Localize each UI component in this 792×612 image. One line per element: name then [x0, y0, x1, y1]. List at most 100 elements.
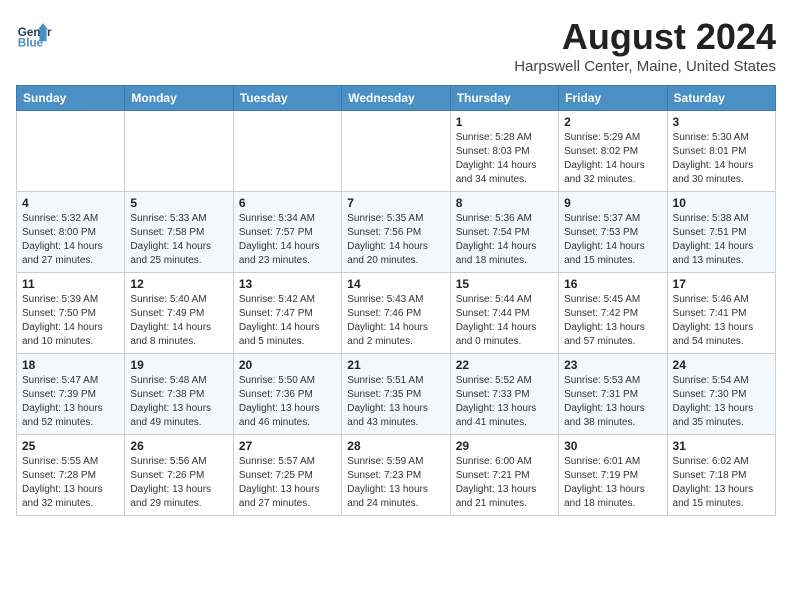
day-number: 10 [673, 196, 770, 210]
calendar-day-cell: 17 Sunrise: 5:46 AM Sunset: 7:41 PM Dayli… [667, 273, 775, 354]
calendar-day-cell: 9 Sunrise: 5:37 AM Sunset: 7:53 PM Daylig… [559, 192, 667, 273]
logo: General Blue [16, 16, 56, 52]
day-number: 4 [22, 196, 119, 210]
day-info: Sunrise: 5:34 AM Sunset: 7:57 PM Dayligh… [239, 212, 336, 268]
day-info: Sunrise: 5:45 AM Sunset: 7:42 PM Dayligh… [564, 293, 661, 349]
calendar-day-header: Thursday [450, 86, 558, 111]
day-number: 23 [564, 358, 661, 372]
day-info: Sunrise: 5:39 AM Sunset: 7:50 PM Dayligh… [22, 293, 119, 349]
day-number: 30 [564, 439, 661, 453]
day-number: 20 [239, 358, 336, 372]
day-info: Sunrise: 5:59 AM Sunset: 7:23 PM Dayligh… [347, 455, 444, 511]
day-info: Sunrise: 5:33 AM Sunset: 7:58 PM Dayligh… [130, 212, 227, 268]
logo-icon: General Blue [16, 16, 52, 52]
day-number: 18 [22, 358, 119, 372]
day-info: Sunrise: 5:57 AM Sunset: 7:25 PM Dayligh… [239, 455, 336, 511]
calendar-week-row: 1 Sunrise: 5:28 AM Sunset: 8:03 PM Daylig… [17, 111, 776, 192]
day-number: 17 [673, 277, 770, 291]
day-info: Sunrise: 5:28 AM Sunset: 8:03 PM Dayligh… [456, 131, 553, 187]
calendar-day-cell: 5 Sunrise: 5:33 AM Sunset: 7:58 PM Daylig… [125, 192, 233, 273]
day-info: Sunrise: 5:32 AM Sunset: 8:00 PM Dayligh… [22, 212, 119, 268]
day-number: 2 [564, 115, 661, 129]
page-header: General Blue August 2024 Harpswell Cente… [16, 16, 776, 75]
day-info: Sunrise: 5:30 AM Sunset: 8:01 PM Dayligh… [673, 131, 770, 187]
calendar-week-row: 11 Sunrise: 5:39 AM Sunset: 7:50 PM Dayli… [17, 273, 776, 354]
day-number: 11 [22, 277, 119, 291]
day-info: Sunrise: 5:54 AM Sunset: 7:30 PM Dayligh… [673, 374, 770, 430]
calendar-day-cell: 24 Sunrise: 5:54 AM Sunset: 7:30 PM Dayli… [667, 354, 775, 435]
day-number: 7 [347, 196, 444, 210]
calendar-day-header: Monday [125, 86, 233, 111]
day-number: 3 [673, 115, 770, 129]
day-number: 29 [456, 439, 553, 453]
day-info: Sunrise: 5:42 AM Sunset: 7:47 PM Dayligh… [239, 293, 336, 349]
day-number: 21 [347, 358, 444, 372]
title-block: August 2024 Harpswell Center, Maine, Uni… [514, 16, 776, 75]
calendar-day-cell: 27Sunrise: 5:57 AM Sunset: 7:25 PM Dayli… [233, 435, 341, 516]
day-info: Sunrise: 5:40 AM Sunset: 7:49 PM Dayligh… [130, 293, 227, 349]
calendar-day-cell: 20Sunrise: 5:50 AM Sunset: 7:36 PM Dayli… [233, 354, 341, 435]
day-number: 31 [673, 439, 770, 453]
calendar-day-cell: 14Sunrise: 5:43 AM Sunset: 7:46 PM Dayli… [342, 273, 450, 354]
day-number: 26 [130, 439, 227, 453]
day-info: Sunrise: 5:29 AM Sunset: 8:02 PM Dayligh… [564, 131, 661, 187]
day-info: Sunrise: 6:01 AM Sunset: 7:19 PM Dayligh… [564, 455, 661, 511]
calendar-day-cell: 7 Sunrise: 5:35 AM Sunset: 7:56 PM Daylig… [342, 192, 450, 273]
day-number: 28 [347, 439, 444, 453]
calendar-day-cell: 15Sunrise: 5:44 AM Sunset: 7:44 PM Dayli… [450, 273, 558, 354]
day-info: Sunrise: 6:02 AM Sunset: 7:18 PM Dayligh… [673, 455, 770, 511]
calendar-day-cell: 26 Sunrise: 5:56 AM Sunset: 7:26 PM Dayli… [125, 435, 233, 516]
calendar-day-cell: 1 Sunrise: 5:28 AM Sunset: 8:03 PM Daylig… [450, 111, 558, 192]
day-number: 5 [130, 196, 227, 210]
day-info: Sunrise: 5:48 AM Sunset: 7:38 PM Dayligh… [130, 374, 227, 430]
calendar-day-cell: 12 Sunrise: 5:40 AM Sunset: 7:49 PM Dayli… [125, 273, 233, 354]
calendar-day-cell: 11 Sunrise: 5:39 AM Sunset: 7:50 PM Dayli… [17, 273, 125, 354]
calendar-day-cell [125, 111, 233, 192]
calendar-day-cell: 23 Sunrise: 5:53 AM Sunset: 7:31 PM Dayli… [559, 354, 667, 435]
day-info: Sunrise: 5:56 AM Sunset: 7:26 PM Dayligh… [130, 455, 227, 511]
day-number: 1 [456, 115, 553, 129]
day-info: Sunrise: 5:52 AM Sunset: 7:33 PM Dayligh… [456, 374, 553, 430]
calendar-day-cell [233, 111, 341, 192]
calendar-day-header: Wednesday [342, 86, 450, 111]
calendar-day-header: Tuesday [233, 86, 341, 111]
day-number: 22 [456, 358, 553, 372]
calendar-day-header: Saturday [667, 86, 775, 111]
calendar-day-cell: 30 Sunrise: 6:01 AM Sunset: 7:19 PM Dayli… [559, 435, 667, 516]
day-number: 24 [673, 358, 770, 372]
month-title: August 2024 [514, 16, 776, 58]
calendar-day-cell: 21Sunrise: 5:51 AM Sunset: 7:35 PM Dayli… [342, 354, 450, 435]
calendar-week-row: 18 Sunrise: 5:47 AM Sunset: 7:39 PM Dayli… [17, 354, 776, 435]
day-info: Sunrise: 5:53 AM Sunset: 7:31 PM Dayligh… [564, 374, 661, 430]
day-number: 12 [130, 277, 227, 291]
day-number: 8 [456, 196, 553, 210]
calendar-day-cell [17, 111, 125, 192]
calendar-day-cell: 13 Sunrise: 5:42 AM Sunset: 7:47 PM Dayli… [233, 273, 341, 354]
calendar-header-row: SundayMondayTuesdayWednesdayThursdayFrid… [17, 86, 776, 111]
day-number: 6 [239, 196, 336, 210]
calendar-day-cell: 10 Sunrise: 5:38 AM Sunset: 7:51 PM Dayli… [667, 192, 775, 273]
day-info: Sunrise: 5:55 AM Sunset: 7:28 PM Dayligh… [22, 455, 119, 511]
day-number: 13 [239, 277, 336, 291]
calendar-day-header: Friday [559, 86, 667, 111]
day-info: Sunrise: 5:43 AM Sunset: 7:46 PM Dayligh… [347, 293, 444, 349]
day-info: Sunrise: 5:35 AM Sunset: 7:56 PM Dayligh… [347, 212, 444, 268]
calendar-day-cell: 2 Sunrise: 5:29 AM Sunset: 8:02 PM Daylig… [559, 111, 667, 192]
day-number: 25 [22, 439, 119, 453]
calendar-day-cell: 3 Sunrise: 5:30 AM Sunset: 8:01 PM Daylig… [667, 111, 775, 192]
day-info: Sunrise: 5:38 AM Sunset: 7:51 PM Dayligh… [673, 212, 770, 268]
calendar-day-cell: 16 Sunrise: 5:45 AM Sunset: 7:42 PM Dayli… [559, 273, 667, 354]
calendar-day-cell: 31 Sunrise: 6:02 AM Sunset: 7:18 PM Dayli… [667, 435, 775, 516]
day-number: 9 [564, 196, 661, 210]
calendar-day-cell: 22 Sunrise: 5:52 AM Sunset: 7:33 PM Dayli… [450, 354, 558, 435]
day-info: Sunrise: 5:46 AM Sunset: 7:41 PM Dayligh… [673, 293, 770, 349]
day-info: Sunrise: 5:47 AM Sunset: 7:39 PM Dayligh… [22, 374, 119, 430]
calendar-day-cell: 19Sunrise: 5:48 AM Sunset: 7:38 PM Dayli… [125, 354, 233, 435]
day-number: 16 [564, 277, 661, 291]
calendar-table: SundayMondayTuesdayWednesdayThursdayFrid… [16, 85, 776, 516]
calendar-day-cell: 8Sunrise: 5:36 AM Sunset: 7:54 PM Daylig… [450, 192, 558, 273]
calendar-day-header: Sunday [17, 86, 125, 111]
day-info: Sunrise: 5:37 AM Sunset: 7:53 PM Dayligh… [564, 212, 661, 268]
day-info: Sunrise: 6:00 AM Sunset: 7:21 PM Dayligh… [456, 455, 553, 511]
location-title: Harpswell Center, Maine, United States [514, 58, 776, 75]
